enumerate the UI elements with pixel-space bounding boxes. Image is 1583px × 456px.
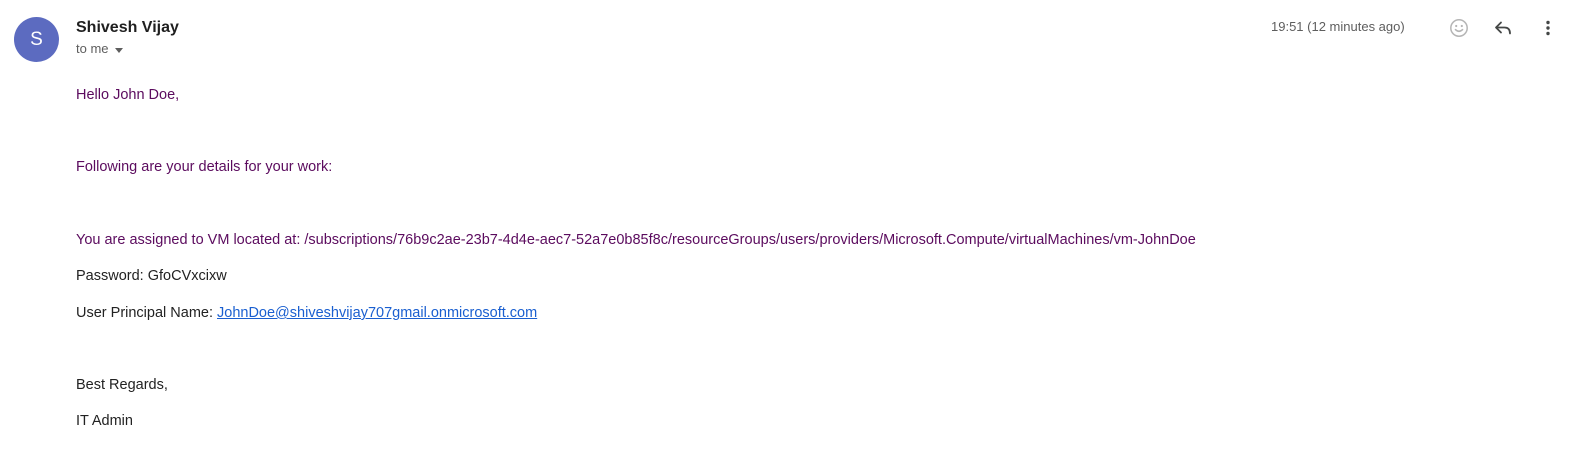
closing-line: Best Regards, [76, 377, 168, 393]
signature-line: IT Admin [76, 413, 133, 429]
add-reaction-button[interactable] [1445, 14, 1473, 42]
sender-avatar[interactable]: S [14, 17, 59, 62]
recipient-label: to me [76, 41, 109, 56]
vm-location-line: You are assigned to VM located at: /subs… [76, 232, 1196, 248]
upn-line: User Principal Name: JohnDoe@shiveshvija… [76, 304, 537, 322]
intro-line: Following are your details for your work… [76, 159, 333, 175]
sender-name[interactable]: Shivesh Vijay [76, 18, 179, 38]
reply-button[interactable] [1489, 14, 1517, 42]
more-vert-icon [1546, 20, 1550, 36]
avatar-initial: S [30, 28, 43, 50]
caret-down-icon[interactable] [114, 47, 123, 53]
message-timestamp: 19:51 (12 minutes ago) [1271, 19, 1405, 34]
more-options-button[interactable] [1534, 14, 1562, 42]
email-message: S Shivesh Vijay to me 19:51 (12 minutes … [0, 0, 1583, 456]
greeting-line: Hello John Doe, [76, 87, 180, 103]
recipient-details-toggle[interactable]: to me [76, 41, 123, 57]
reply-icon [1495, 21, 1511, 35]
upn-email-link[interactable]: JohnDoe@shiveshvijay707gmail.onmicrosoft… [217, 305, 537, 321]
password-line: Password: GfoCVxcixw [76, 268, 227, 284]
upn-label: User Principal Name: [76, 305, 218, 321]
smiley-icon [1450, 19, 1468, 37]
